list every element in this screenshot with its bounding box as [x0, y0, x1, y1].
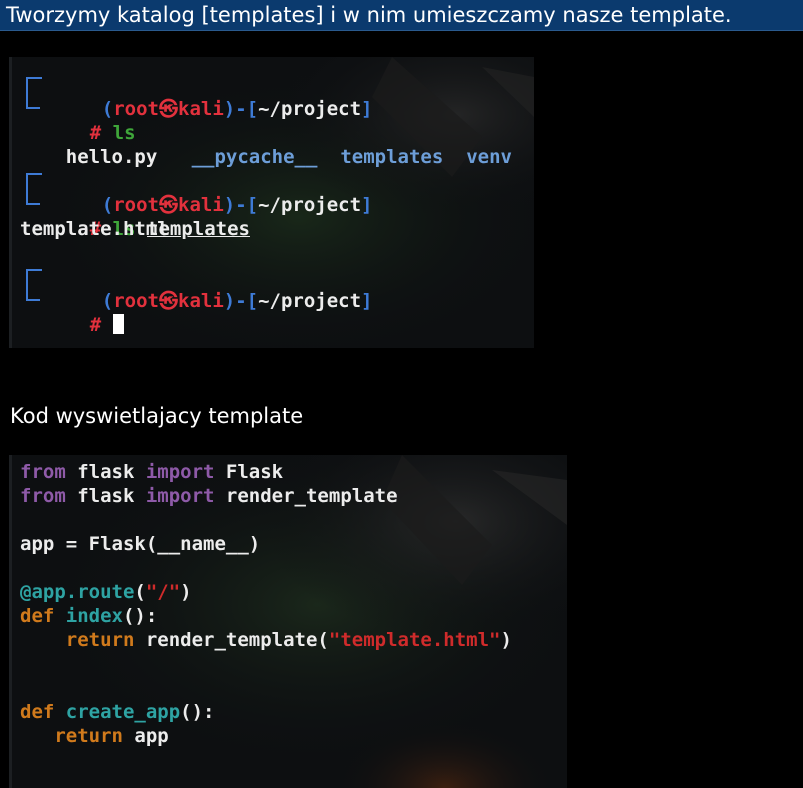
- prompt-path: ~/project: [258, 98, 362, 120]
- banner-text: Tworzymy katalog [templates] i w nim umi…: [6, 3, 732, 27]
- terminal-window-ls: (root㉿kali)-[~/project] # ls hello.py __…: [9, 57, 534, 348]
- code-module: flask: [65, 461, 146, 483]
- code-module: flask: [65, 485, 146, 507]
- ls-output-dir: templates: [340, 146, 444, 168]
- code-punctuation: ():: [122, 605, 158, 627]
- code-line-3: app = Flask(__name__): [20, 533, 261, 555]
- prompt-bracket-end: ]: [361, 290, 373, 312]
- prompt-host: kali: [178, 290, 224, 312]
- prompt-bracket-end: ]: [361, 98, 373, 120]
- code-paren: (: [134, 581, 146, 603]
- ls-output-file: hello.py: [65, 146, 158, 168]
- prompt-corner-bottom: [26, 191, 40, 205]
- terminal-cursor[interactable]: [112, 314, 124, 334]
- prompt-bracket: )-[: [223, 290, 259, 312]
- code-line-4: @app.route("/"): [20, 580, 192, 604]
- code-line-1: from flask import Flask: [20, 460, 283, 484]
- ls-templates-output: template.html: [20, 218, 169, 240]
- prompt-corner-bottom: [26, 287, 40, 301]
- code-decorator: @app.route: [20, 581, 135, 603]
- code-keyword: import: [145, 461, 215, 483]
- prompt-at-icon: ㉿: [158, 98, 178, 120]
- prompt-bracket: )-[: [223, 98, 259, 120]
- prompt-hash: #: [89, 314, 102, 336]
- code-punctuation: ():: [180, 701, 215, 723]
- code-line-7: def create_app():: [20, 700, 215, 724]
- ls-output-dir: venv: [466, 146, 512, 168]
- code-keyword: return: [54, 725, 123, 747]
- code-keyword: def: [20, 605, 55, 627]
- section-heading: Kod wyswietlajacy template: [10, 404, 304, 428]
- prompt-path: ~/project: [258, 194, 362, 216]
- title-banner: Tworzymy katalog [templates] i w nim umi…: [0, 0, 803, 31]
- code-paren: ): [180, 581, 192, 603]
- prompt-host: kali: [178, 98, 224, 120]
- code-line-8: return app: [20, 724, 169, 748]
- prompt-at-icon: ㉿: [158, 290, 178, 312]
- code-identifier: app: [122, 725, 169, 747]
- code-paren: ): [500, 629, 512, 651]
- code-identifier: Flask: [214, 461, 284, 483]
- code-line-5: def index():: [20, 604, 157, 628]
- ls-output-dir: __pycache__: [191, 146, 318, 168]
- code-keyword: from: [20, 461, 66, 483]
- code-string: "template.html": [328, 629, 501, 651]
- code-line-6: return render_template("template.html"): [20, 628, 512, 652]
- code-editor-window: from flask import Flask from flask impor…: [9, 455, 567, 788]
- code-string: "/": [145, 581, 181, 603]
- code-call: render_template(: [134, 629, 329, 651]
- code-identifier: render_template: [214, 485, 398, 507]
- prompt-path: ~/project: [258, 290, 362, 312]
- prompt-bracket-end: ]: [361, 194, 373, 216]
- command-line: #: [44, 289, 124, 348]
- prompt-corner-bottom: [26, 95, 40, 109]
- code-keyword: import: [145, 485, 215, 507]
- code-keyword: def: [20, 701, 55, 723]
- code-keyword: from: [20, 485, 66, 507]
- code-function-name: create_app: [54, 701, 181, 723]
- code-keyword: return: [65, 629, 135, 651]
- code-line-2: from flask import render_template: [20, 484, 398, 508]
- code-function-name: index: [54, 605, 123, 627]
